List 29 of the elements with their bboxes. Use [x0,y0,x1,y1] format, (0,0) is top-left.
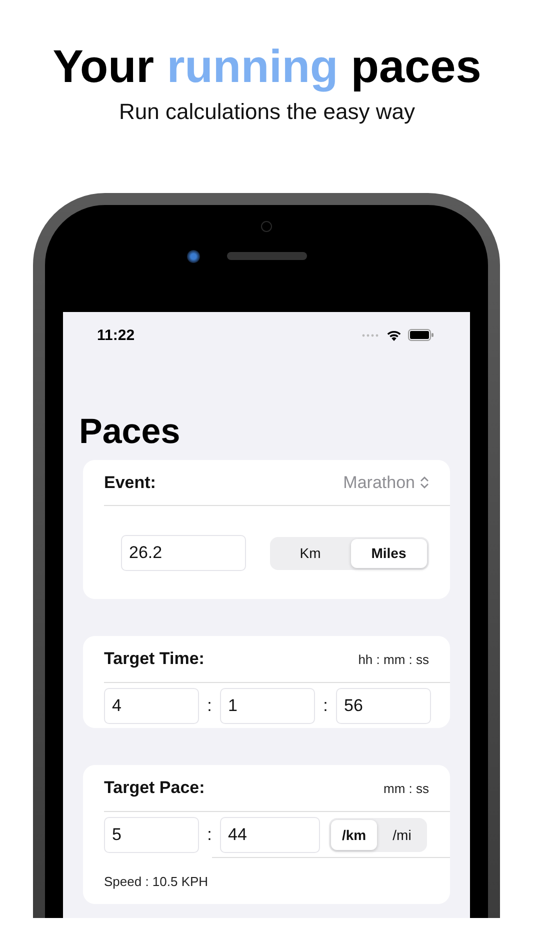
unit-option[interactable]: /km [331,820,377,850]
input-field[interactable]: 44 [220,817,320,853]
input-field[interactable]: 5 [104,817,199,853]
speed-text: Speed : 10.5 KPH [104,873,210,891]
event-label: Event: [104,472,156,492]
target-time-label: Target Time: [104,649,204,669]
separator: : [206,696,213,716]
unit-option[interactable]: Miles [350,538,427,568]
wifi-icon [386,329,402,341]
separator: : [206,825,213,845]
status-time: 11:22 [97,326,135,344]
input-field[interactable]: 56 [336,688,431,724]
unit-option[interactable]: /mi [379,820,425,850]
sensor-icon [261,221,272,232]
input-field[interactable]: 1 [220,688,315,724]
page-title: Paces [79,411,182,453]
subtitle: Run calculations the easy way [119,98,415,126]
distance-field[interactable]: 26.2 [121,535,246,571]
battery-icon [408,329,434,341]
chevron-updown-icon [420,476,429,489]
headline: Your running paces [52,39,482,94]
camera-icon [187,250,200,263]
pace-format: mm : ss [384,780,429,796]
target-pace-label: Target Pace: [104,778,205,798]
input-field[interactable]: 4 [104,688,199,724]
separator: : [322,696,329,716]
unit-option[interactable]: Km [272,538,348,568]
signal-icon [362,334,380,336]
time-format: hh : mm : ss [358,652,429,666]
